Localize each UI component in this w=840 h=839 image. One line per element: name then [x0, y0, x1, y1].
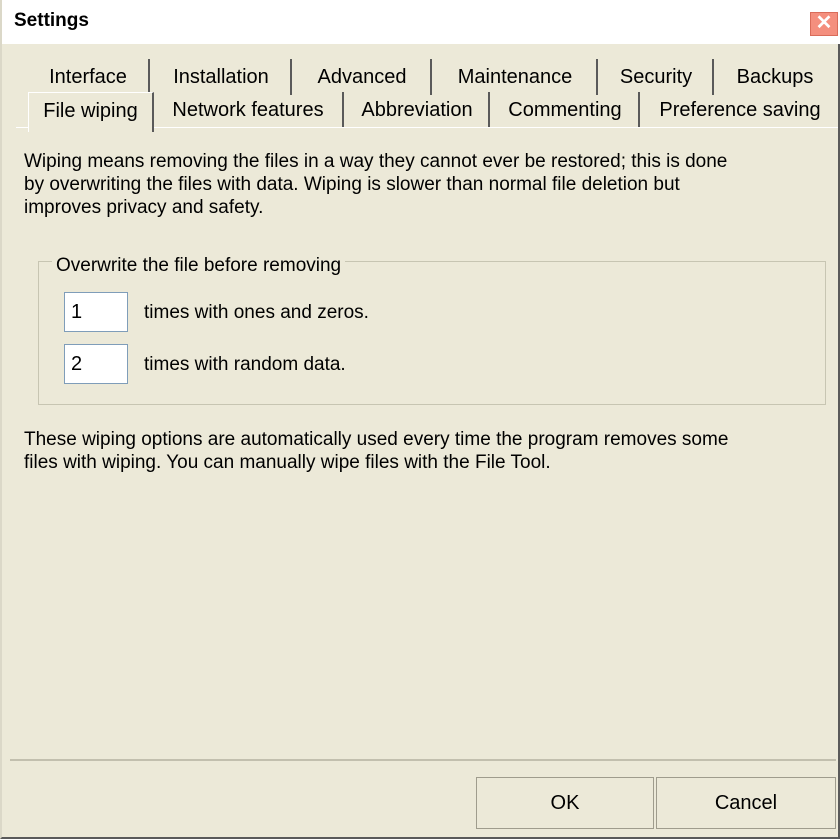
random-data-passes-input[interactable]	[64, 344, 128, 384]
button-separator	[10, 759, 836, 761]
close-icon: ✕	[815, 12, 833, 34]
cancel-button[interactable]: Cancel	[656, 777, 836, 829]
settings-window: Settings ✕ Interface Installation Advanc…	[0, 0, 840, 839]
random-data-label: times with random data.	[144, 354, 346, 375]
tab-security[interactable]: Security	[600, 59, 714, 95]
footer-line: files with wiping. You can manually wipe…	[24, 452, 551, 473]
tab-commenting[interactable]: Commenting	[492, 92, 640, 128]
tab-backups[interactable]: Backups	[716, 59, 834, 95]
intro-line: Wiping means removing the files in a way…	[24, 151, 728, 172]
footer-text: These wiping options are automatically u…	[24, 428, 824, 474]
tab-installation[interactable]: Installation	[152, 59, 292, 95]
tab-row-2: File wiping Network features Abbreviatio…	[2, 92, 840, 132]
window-title: Settings	[14, 10, 89, 31]
tab-advanced[interactable]: Advanced	[294, 59, 432, 95]
tab-file-wiping[interactable]: File wiping	[28, 92, 154, 132]
tab-preference-saving[interactable]: Preference saving	[642, 92, 838, 128]
intro-line: by overwriting the files with data. Wipi…	[24, 174, 680, 195]
title-bar[interactable]: Settings ✕	[2, 0, 840, 44]
tab-maintenance[interactable]: Maintenance	[434, 59, 598, 95]
footer-line: These wiping options are automatically u…	[24, 429, 729, 450]
intro-line: improves privacy and safety.	[24, 197, 264, 218]
overwrite-groupbox	[38, 261, 826, 405]
close-button[interactable]: ✕	[810, 12, 838, 36]
ones-zeros-label: times with ones and zeros.	[144, 302, 369, 323]
intro-text: Wiping means removing the files in a way…	[24, 150, 824, 219]
tab-network-features[interactable]: Network features	[154, 92, 344, 128]
tab-abbreviation[interactable]: Abbreviation	[346, 92, 490, 128]
groupbox-title: Overwrite the file before removing	[52, 255, 346, 277]
ok-button[interactable]: OK	[476, 777, 654, 829]
tab-interface[interactable]: Interface	[28, 59, 150, 95]
ones-zeros-passes-input[interactable]	[64, 292, 128, 332]
